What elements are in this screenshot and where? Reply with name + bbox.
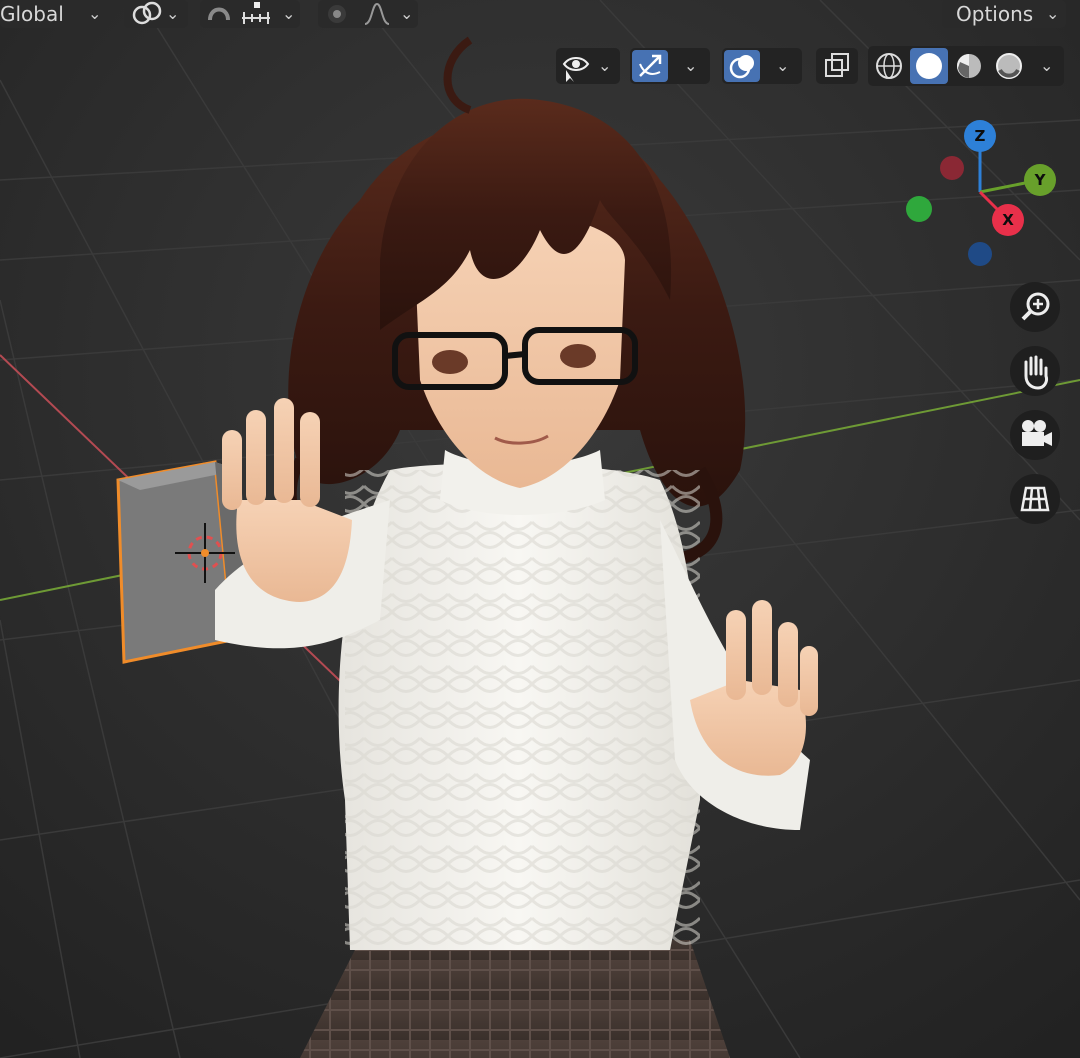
wireframe-shading-icon xyxy=(876,53,902,79)
chevron-down-icon: ⌄ xyxy=(166,4,180,23)
gizmo-toggle[interactable] xyxy=(632,50,668,82)
hand-pan-icon xyxy=(1024,355,1048,390)
gizmo-group[interactable]: ⌄ xyxy=(630,48,710,84)
overlays-icon xyxy=(729,55,754,79)
shading-mode-group[interactable]: ⌄ xyxy=(868,46,1064,86)
rendered-shading-icon xyxy=(996,53,1022,79)
gizmo-toggle-icon xyxy=(639,54,662,77)
link-icon xyxy=(132,1,162,25)
transform-orientation-value: Global xyxy=(0,2,64,26)
camera-view-button[interactable] xyxy=(1010,410,1060,460)
zoom-button[interactable] xyxy=(1010,282,1060,332)
gizmo-neg-z-axis[interactable] xyxy=(968,242,992,266)
gizmo-neg-y-axis[interactable] xyxy=(906,196,932,222)
selectability-visibility-icon xyxy=(562,57,590,82)
xray-toggle-icon xyxy=(825,53,849,77)
chevron-down-icon: ⌄ xyxy=(282,4,296,23)
magnet-icon xyxy=(208,7,230,21)
gizmo-y-axis[interactable]: Y xyxy=(1024,164,1056,196)
solid-shading-icon xyxy=(916,53,942,79)
chevron-down-icon: ⌄ xyxy=(400,4,414,23)
navigation-gizmo[interactable]: Z Y X xyxy=(900,118,1060,278)
solid-shading-button[interactable] xyxy=(910,48,948,84)
pan-button[interactable] xyxy=(1010,346,1060,396)
y-axis-label: Y xyxy=(1034,171,1046,189)
plaid-skirt xyxy=(300,940,730,1058)
orthographic-grid-icon xyxy=(1020,486,1050,512)
xray-group[interactable] xyxy=(816,48,858,84)
options-label: Options xyxy=(956,2,1034,26)
chevron-down-icon: ⌄ xyxy=(598,56,612,75)
gizmo-neg-x-axis[interactable] xyxy=(940,156,964,180)
camera-view-icon xyxy=(1022,420,1052,446)
material-preview-icon xyxy=(957,54,981,78)
chevron-down-icon: ⌄ xyxy=(1040,56,1054,75)
wireframe-shading-button[interactable] xyxy=(870,48,908,84)
options-dropdown[interactable]: Options ⌄ xyxy=(942,0,1066,28)
orthographic-toggle-button[interactable] xyxy=(1010,474,1060,524)
material-preview-button[interactable] xyxy=(950,48,988,84)
snap-increment-icon xyxy=(242,2,270,24)
chevron-down-icon: ⌄ xyxy=(88,4,102,23)
x-axis-label: X xyxy=(1002,211,1014,229)
proportional-editing-icon xyxy=(328,5,346,23)
z-axis-label: Z xyxy=(974,127,986,145)
rendered-shading-button[interactable] xyxy=(990,48,1028,84)
selectability-visibility-group[interactable]: ⌄ xyxy=(556,48,620,84)
overlays-toggle[interactable] xyxy=(724,50,760,82)
falloff-curve-icon xyxy=(364,2,390,25)
gizmo-x-axis[interactable]: X xyxy=(992,204,1024,236)
transform-orientation-dropdown[interactable]: Global ⌄ xyxy=(0,0,108,28)
chevron-down-icon: ⌄ xyxy=(776,56,790,75)
zoom-icon xyxy=(1021,292,1050,321)
proportional-editing-group[interactable]: ⌄ xyxy=(318,0,418,28)
pivot-point-dropdown[interactable]: ⌄ xyxy=(124,0,188,28)
chevron-down-icon: ⌄ xyxy=(1046,4,1060,23)
3d-viewport[interactable]: Global ⌄ ⌄ ⌄ ⌄ Options ⌄ ⌄ ⌄ ⌄ ⌄ Z Y X xyxy=(0,0,1080,1058)
chevron-down-icon: ⌄ xyxy=(684,56,698,75)
gizmo-z-axis[interactable]: Z xyxy=(964,120,996,152)
overlays-group[interactable]: ⌄ xyxy=(722,48,802,84)
snapping-group[interactable]: ⌄ xyxy=(200,0,300,28)
